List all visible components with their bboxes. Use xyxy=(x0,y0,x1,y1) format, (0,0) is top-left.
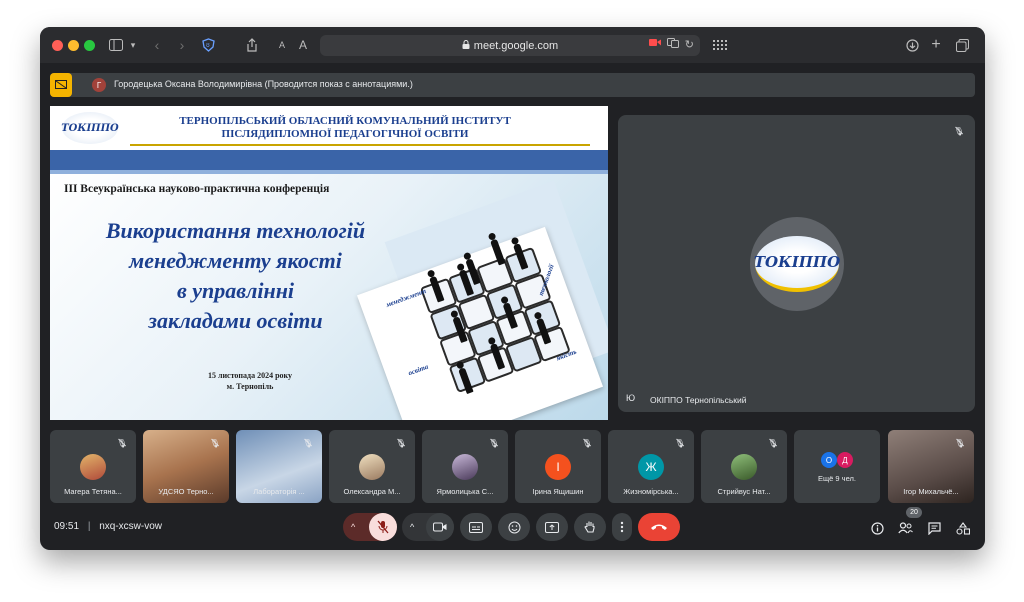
captions-button[interactable] xyxy=(460,513,492,541)
forward-arrow-icon[interactable]: › xyxy=(175,35,189,55)
minimize-window-button[interactable] xyxy=(68,40,79,51)
end-call-button[interactable] xyxy=(638,513,680,541)
slide-title: Використання технологій менеджменту якос… xyxy=(105,218,366,333)
participant-tile-main[interactable]: 🎙 ТОКІППО Ю ОКІППО Тернопільський xyxy=(618,115,975,412)
people-button[interactable] xyxy=(896,519,914,537)
participant-avatar xyxy=(731,454,757,480)
extensions-grid-icon[interactable] xyxy=(712,35,728,55)
mic-off-icon: 🎙 xyxy=(302,438,314,448)
shared-presentation-slide[interactable]: ТОКІППО ТЕРНОПІЛЬСЬКИЙ ОБЛАСНИЙ КОМУНАЛЬ… xyxy=(50,106,608,420)
meeting-details-button[interactable] xyxy=(868,519,886,537)
browser-toolbar: ▾ ‹ › ʊ A A meet.google.com ↻ + xyxy=(40,27,985,63)
meeting-controls-bar: 09:51 | nxq-xcsw-vow ^ ^ 20 xyxy=(40,507,985,550)
participant-tile-video[interactable]: 🎙 Лабораторія ... xyxy=(236,430,322,503)
back-arrow-icon[interactable]: ‹ xyxy=(150,35,164,55)
microphone-control: ^ xyxy=(343,513,397,541)
separator: | xyxy=(87,521,91,532)
tab-overview-icon[interactable] xyxy=(954,35,970,55)
participant-tile[interactable]: 🎙 Ярмолицька С... xyxy=(422,430,508,503)
reload-icon[interactable]: ↻ xyxy=(685,38,694,51)
blue-band xyxy=(50,150,608,170)
camera-control: ^ xyxy=(402,513,454,541)
text-smaller-button[interactable]: A xyxy=(276,35,288,55)
mic-off-icon: 🎙 xyxy=(116,438,128,448)
participant-tile-video[interactable]: 🎙 Ігор Михальчё... xyxy=(888,430,974,503)
participant-tile[interactable]: 🎙 Магера Тетяна... xyxy=(50,430,136,503)
lock-icon xyxy=(462,40,470,51)
conference-name: ІІІ Всеукраїнська науково-практична конф… xyxy=(64,183,330,195)
presentation-icon[interactable] xyxy=(50,73,72,97)
institute-logo: ТОКІППО xyxy=(61,112,119,144)
share-icon[interactable] xyxy=(244,35,260,55)
participant-avatar xyxy=(452,454,478,480)
participant-tile[interactable]: 🎙 І Ірина Ящишин xyxy=(515,430,601,503)
institution-name: ТЕРНОПІЛЬСЬКИЙ ОБЛАСНИЙ КОМУНАЛЬНИЙ ІНСТ… xyxy=(179,115,511,140)
shield-icon[interactable]: ʊ xyxy=(200,35,216,55)
mic-off-icon: 🎙 xyxy=(209,438,221,448)
mic-off-icon: 🎙 xyxy=(581,438,593,448)
svg-text:ʊ: ʊ xyxy=(206,42,210,49)
participant-tile[interactable]: 🎙 Олександра М... xyxy=(329,430,415,503)
mic-off-icon: 🎙 xyxy=(674,438,686,448)
mic-off-icon: 🎙 xyxy=(488,438,500,448)
emoji-button[interactable] xyxy=(498,513,530,541)
more-options-button[interactable] xyxy=(612,513,632,541)
chevron-up-icon[interactable]: ^ xyxy=(410,522,414,532)
address-bar[interactable]: meet.google.com ↻ xyxy=(320,35,700,56)
participant-name: ОКІППО Тернопільський xyxy=(650,395,747,405)
participant-avatar xyxy=(359,454,385,480)
mic-off-button[interactable] xyxy=(369,513,397,541)
meeting-code[interactable]: nxq-xcsw-vow xyxy=(99,521,162,532)
maximize-window-button[interactable] xyxy=(84,40,95,51)
new-tab-icon[interactable]: + xyxy=(928,35,944,55)
participant-avatar: ТОКІППО xyxy=(750,217,844,311)
presenter-label: Городецька Оксана Володимирівна (Проводи… xyxy=(114,79,413,89)
activities-button[interactable] xyxy=(954,519,972,537)
slide-date: 15 листопада 2024 року м. Тернопіль xyxy=(207,371,293,391)
mic-off-icon: 🎙 xyxy=(953,126,965,136)
url-text: meet.google.com xyxy=(473,39,559,52)
chevron-up-icon[interactable]: ^ xyxy=(351,522,355,532)
presenter-bar: Г Городецька Оксана Володимирівна (Прово… xyxy=(50,73,975,97)
pin-indicator-icon: Ю xyxy=(626,393,636,403)
present-screen-button[interactable] xyxy=(536,513,568,541)
raise-hand-button[interactable] xyxy=(574,513,606,541)
meeting-time: 09:51 xyxy=(54,521,80,532)
chevron-down-icon[interactable]: ▾ xyxy=(128,35,138,55)
translate-icon[interactable] xyxy=(666,38,679,51)
camera-button[interactable] xyxy=(426,513,454,541)
close-window-button[interactable] xyxy=(52,40,63,51)
participant-avatar: О xyxy=(821,452,837,468)
participant-tile-video[interactable]: 🎙 УДСЯО Терно... xyxy=(143,430,229,503)
mic-off-icon: 🎙 xyxy=(954,438,966,448)
more-participants-tile[interactable]: О Д Ещё 9 чел. xyxy=(794,430,880,503)
participant-avatar: Д xyxy=(837,452,853,468)
participant-strip: 🎙 Магера Тетяна... 🎙 УДСЯО Терно... 🎙 Ла… xyxy=(50,430,975,503)
chat-button[interactable] xyxy=(925,519,943,537)
presenter-avatar: Г xyxy=(92,78,106,92)
meeting-info: 09:51 | nxq-xcsw-vow xyxy=(54,521,162,532)
mic-off-icon: 🎙 xyxy=(395,438,407,448)
sidebar-icon[interactable] xyxy=(108,35,124,55)
participant-tile[interactable]: 🎙 Ж Жизномірська... xyxy=(608,430,694,503)
download-icon[interactable] xyxy=(904,35,920,55)
browser-window: ▾ ‹ › ʊ A A meet.google.com ↻ + Г Городе… xyxy=(40,27,985,550)
camera-active-icon[interactable] xyxy=(648,38,661,51)
participants-count-badge: 20 xyxy=(906,507,922,518)
header-divider xyxy=(130,144,590,146)
text-larger-button[interactable]: A xyxy=(296,35,310,55)
mic-off-icon: 🎙 xyxy=(767,438,779,448)
participant-avatar: І xyxy=(545,454,571,480)
participant-avatar xyxy=(80,454,106,480)
participant-tile[interactable]: 🎙 Стрийвус Нат... xyxy=(701,430,787,503)
participant-avatar: Ж xyxy=(638,454,664,480)
